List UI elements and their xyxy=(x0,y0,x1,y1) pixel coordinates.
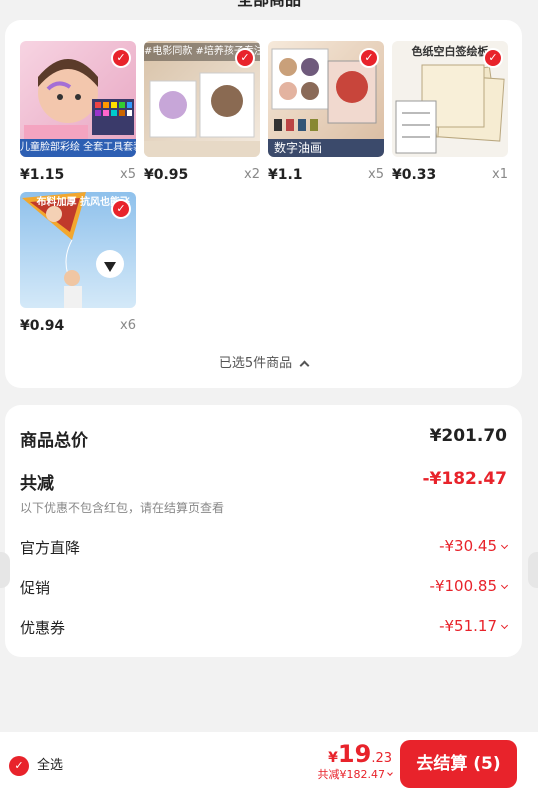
coupon-value[interactable]: -¥51.17 xyxy=(439,617,509,635)
official-discount-label: 官方直降 xyxy=(20,539,81,557)
product-thumbnail[interactable]: 色纸空白签绘板 ✓ xyxy=(392,41,508,157)
left-edge-handle[interactable] xyxy=(0,552,10,588)
selected-check-icon[interactable]: ✓ xyxy=(483,48,503,68)
selected-count-label: 已选5件商品 xyxy=(218,356,293,371)
product-quantity: x1 xyxy=(492,167,508,182)
goods-total-value: ¥201.70 xyxy=(429,426,507,446)
product-price: ¥1.15 xyxy=(20,167,65,183)
product-caption: 儿童脸部彩绘 全套工具套装 xyxy=(20,139,136,157)
product-price: ¥1.1 xyxy=(268,167,303,183)
promotion-label: 促销 xyxy=(20,579,51,597)
chevron-down-icon xyxy=(500,541,509,550)
checked-circle-icon[interactable]: ✓ xyxy=(9,755,29,776)
product-quantity: x5 xyxy=(368,167,384,182)
selected-count-toggle[interactable]: 已选5件商品 xyxy=(5,352,522,371)
product-price: ¥0.94 xyxy=(20,318,65,334)
right-edge-handle[interactable] xyxy=(528,552,538,588)
chevron-down-icon xyxy=(500,581,509,590)
product-thumbnail[interactable]: 布料加厚 抗风也能飞 ✓ xyxy=(20,192,136,308)
page-title: 全部商品 xyxy=(0,0,538,10)
total-reduction-summary[interactable]: 共减¥182.47 xyxy=(318,766,393,782)
coupon-label: 优惠券 xyxy=(20,619,66,637)
product-caption: 数字油画 xyxy=(268,139,384,157)
chevron-up-icon xyxy=(299,360,310,371)
total-reduction-label: 共减 xyxy=(20,474,54,494)
product-price: ¥0.95 xyxy=(144,167,189,183)
goods-total-label: 商品总价 xyxy=(20,431,88,451)
checkout-bar: ✓ 全选 ¥19.23 共减¥182.47 去结算 (5) xyxy=(0,732,538,800)
price-summary-card: 商品总价 ¥201.70 共减 -¥182.47 以下优惠不包含红包，请在结算页… xyxy=(5,405,522,657)
product-quantity: x2 xyxy=(244,167,260,182)
product-quantity: x6 xyxy=(120,318,136,333)
product-thumbnail[interactable]: #电影同款 #培养孩子专注力 ✓ xyxy=(144,41,260,157)
selected-check-icon[interactable]: ✓ xyxy=(111,199,131,219)
product-thumbnail[interactable]: 儿童脸部彩绘 全套工具套装 ✓ xyxy=(20,41,136,157)
selected-check-icon[interactable]: ✓ xyxy=(111,48,131,68)
select-all-label: 全选 xyxy=(37,758,64,773)
selected-check-icon[interactable]: ✓ xyxy=(235,48,255,68)
official-discount-value[interactable]: -¥30.45 xyxy=(439,537,509,555)
total-reduction-value: -¥182.47 xyxy=(422,469,508,489)
checkout-button[interactable]: 去结算 (5) xyxy=(400,740,517,788)
total-price-integer: 19 xyxy=(337,740,372,768)
select-all-toggle[interactable]: ✓ 全选 xyxy=(9,754,63,776)
selected-products-card: 儿童脸部彩绘 全套工具套装 ✓ ¥1.15 x5 #电影同款 #培养孩子专注力 … xyxy=(5,20,522,388)
chevron-down-icon xyxy=(500,621,509,630)
product-quantity: x5 xyxy=(120,167,136,182)
total-price: ¥19.23 共减¥182.47 xyxy=(317,740,393,782)
product-thumbnail[interactable]: 数字油画 ✓ xyxy=(268,41,384,157)
total-price-decimal: .23 xyxy=(371,751,392,766)
product-price: ¥0.33 xyxy=(392,167,437,183)
chevron-down-icon xyxy=(387,770,393,776)
promotion-value[interactable]: -¥100.85 xyxy=(430,577,509,595)
selected-check-icon[interactable]: ✓ xyxy=(359,48,379,68)
